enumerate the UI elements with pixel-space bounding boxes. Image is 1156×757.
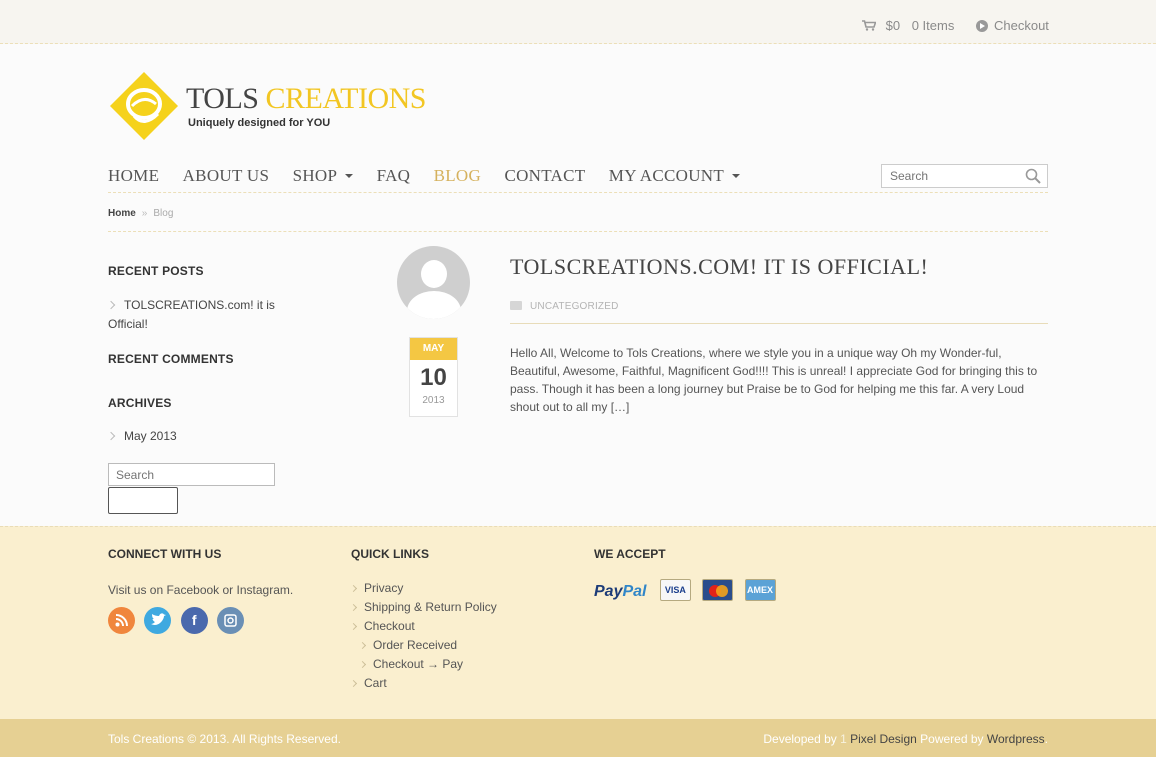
amex-card-icon: AMEX [744, 579, 776, 601]
nav-home[interactable]: HOME [108, 166, 159, 186]
post-date-year: 2013 [422, 395, 445, 406]
wordpress-link[interactable]: Wordpress [987, 732, 1045, 746]
rss-icon[interactable] [108, 607, 135, 634]
sidebar: RECENT POSTS TOLSCREATIONS.com! it is Of… [106, 264, 308, 514]
chevron-right-icon [358, 660, 367, 669]
footer-payments: WE ACCEPT PayPal VISA AMEX [594, 547, 784, 606]
sidebar-search-button[interactable] [108, 487, 178, 514]
nav-about-us[interactable]: ABOUT US [183, 166, 270, 186]
caret-down-icon [732, 174, 741, 178]
nav-my-account[interactable]: MY ACCOUNT [609, 166, 741, 186]
breadcrumb-current: Blog [153, 208, 174, 219]
instagram-icon[interactable] [217, 607, 245, 634]
author-avatar [397, 246, 470, 319]
post-date-day: 10 [420, 364, 447, 391]
footer-connect: CONNECT WITH US Visit us on Facebook or … [108, 547, 293, 637]
archive-link[interactable]: May 2013 [106, 427, 308, 446]
recent-comments-title: RECENT COMMENTS [108, 352, 234, 366]
twitter-icon[interactable] [144, 607, 172, 634]
arrow-circle-icon [976, 20, 988, 32]
footer-link-shipping[interactable]: Shipping & Return Policy [349, 598, 497, 617]
cart-amount: $0 [885, 18, 901, 33]
site-logo[interactable]: TOLS CREATIONS Uniquely designed for YOU [108, 70, 438, 142]
chevron-right-icon [358, 641, 367, 650]
chevron-right-icon [106, 300, 116, 310]
footer-link-privacy[interactable]: Privacy [349, 579, 497, 598]
sidebar-search [108, 463, 275, 486]
chevron-right-icon [349, 622, 358, 631]
chevron-right-icon [349, 679, 358, 688]
social-links: f [108, 607, 293, 637]
mastercard-icon [702, 579, 734, 601]
bottom-bar: Tols Creations © 2013. All Rights Reserv… [0, 719, 1156, 757]
chevron-right-icon [349, 603, 358, 612]
footer-link-checkout[interactable]: Checkout [349, 617, 497, 636]
nav-faq[interactable]: FAQ [377, 166, 411, 186]
we-accept-title: WE ACCEPT [594, 547, 666, 561]
main-nav: HOME ABOUT US SHOP FAQ BLOG CONTACT MY A… [108, 166, 760, 186]
blog-post: TOLSCREATIONS.COM! IT IS OFFICIAL! UNCAT… [510, 254, 1050, 416]
payment-methods: PayPal VISA AMEX [594, 579, 784, 606]
dev-link[interactable]: 1 Pixel Design [840, 732, 917, 746]
checkout-label: Checkout [994, 18, 1049, 33]
checkout-link[interactable]: Checkout [976, 18, 1049, 33]
top-bar: $0 0 Items Checkout [0, 0, 1156, 44]
copyright: Tols Creations © 2013. All Rights Reserv… [108, 732, 341, 746]
sidebar-search-input[interactable] [109, 464, 269, 485]
nav-divider [108, 192, 1048, 193]
nav-shop[interactable]: SHOP [293, 166, 354, 186]
post-date-month: MAY [410, 338, 457, 360]
recent-posts-title: RECENT POSTS [108, 264, 204, 278]
chevron-right-icon [106, 431, 116, 441]
footer-link-checkout-pay[interactable]: Checkout → Pay [351, 655, 497, 674]
breadcrumb: Home » Blog [108, 208, 173, 219]
cart-summary[interactable]: $0 0 Items [862, 18, 962, 33]
post-date: MAY 10 2013 [409, 337, 458, 417]
visa-card-icon: VISA [659, 579, 691, 601]
cart-icon [862, 20, 876, 31]
nav-blog[interactable]: BLOG [434, 166, 481, 186]
footer-link-cart[interactable]: Cart [349, 674, 497, 693]
post-divider [510, 323, 1048, 324]
connect-title: CONNECT WITH US [108, 547, 222, 561]
chevron-right-icon [349, 584, 358, 593]
connect-text: Visit us on Facebook or Instagram. [108, 583, 294, 597]
credits: Developed by 1 Pixel Design Powered by W… [763, 732, 1048, 746]
breadcrumb-home[interactable]: Home [108, 208, 136, 219]
folder-icon [510, 301, 522, 310]
footer-link-order-received[interactable]: Order Received [351, 636, 497, 655]
brand-name: TOLS CREATIONS [186, 82, 426, 115]
nav-contact[interactable]: CONTACT [504, 166, 585, 186]
recent-post-link[interactable]: TOLSCREATIONS.com! it is Official! [106, 296, 288, 334]
header-search-input[interactable] [882, 165, 1022, 187]
breadcrumb-divider [108, 231, 1048, 232]
quick-links-title: QUICK LINKS [351, 547, 429, 561]
post-category[interactable]: UNCATEGORIZED [510, 300, 1050, 312]
post-title[interactable]: TOLSCREATIONS.COM! IT IS OFFICIAL! [510, 254, 1050, 280]
paypal-logo: PayPal [594, 583, 647, 600]
archives-title: ARCHIVES [108, 396, 172, 410]
post-excerpt: Hello All, Welcome to Tols Creations, wh… [510, 346, 1038, 414]
logo-mark-icon [110, 72, 178, 140]
facebook-icon[interactable]: f [180, 607, 208, 634]
search-icon[interactable] [1025, 168, 1041, 184]
breadcrumb-separator: » [141, 208, 148, 219]
brand-tagline: Uniquely designed for YOU [188, 117, 331, 129]
footer-quick-links: QUICK LINKS Privacy Shipping & Return Po… [349, 547, 497, 693]
header-search [881, 164, 1048, 188]
footer: CONNECT WITH US Visit us on Facebook or … [0, 526, 1156, 719]
caret-down-icon [345, 174, 354, 178]
cart-items: 0 Items [911, 18, 955, 33]
